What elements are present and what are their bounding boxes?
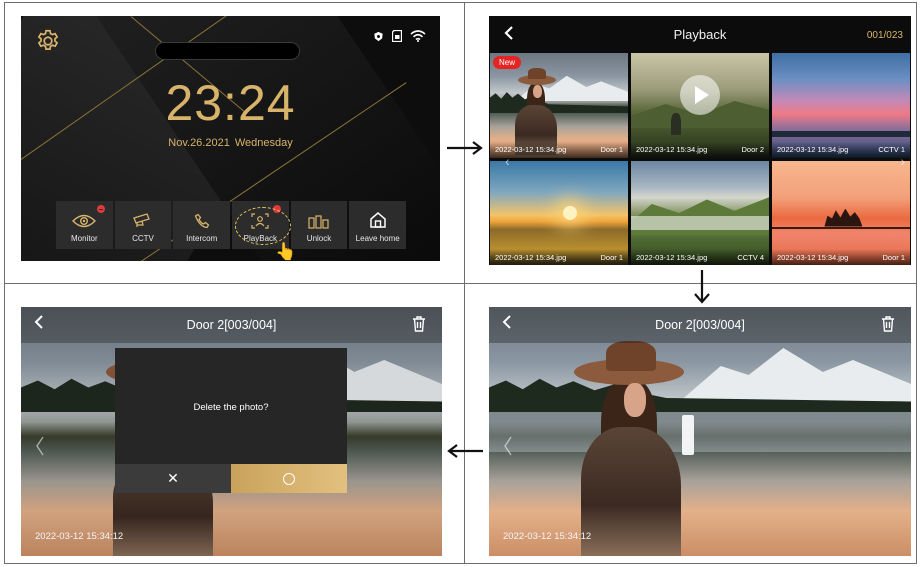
leave-home-icon <box>369 212 386 228</box>
dock-item-intercom[interactable]: Intercom <box>173 201 231 249</box>
app-dock: Monitor CCTV Intercom PlayBack Unlock Le… <box>56 201 407 249</box>
grid-next-chevron-icon[interactable]: › <box>900 153 905 169</box>
back-chevron-icon[interactable] <box>33 314 45 330</box>
thumbnail-1[interactable]: New 2022-03-12 15:34.jpg Door 1 <box>490 53 628 158</box>
viewer-header: Door 2[003/004] <box>489 307 911 343</box>
home-screen: 23:24 Nov.26.2021 Wednesday Monitor CCTV … <box>21 16 440 261</box>
prev-chevron-icon[interactable] <box>503 435 513 457</box>
thumbnail-4[interactable]: 2022-03-12 15:34.jpg Door 1 <box>490 160 628 265</box>
clock-time: 23:24 <box>165 75 296 131</box>
delete-dialog: Delete the photo? ✕ <box>115 348 347 493</box>
dock-item-cctv[interactable]: CCTV <box>114 201 172 249</box>
arrow-down-icon <box>694 270 710 304</box>
cancel-button[interactable]: ✕ <box>115 464 231 493</box>
trash-icon[interactable] <box>881 316 895 332</box>
playback-title: Playback <box>673 26 727 42</box>
viewer-title: Door 2[003/004] <box>186 318 277 332</box>
badge-minus <box>96 205 105 213</box>
confirm-button[interactable] <box>231 464 347 493</box>
playback-counter: 001/023 <box>866 30 903 41</box>
playback-screen: Playback 001/023 New 2022-03-12 15:34.jp… <box>489 16 911 265</box>
status-icons <box>373 30 426 42</box>
wifi-icon <box>410 30 426 42</box>
gear-icon[interactable] <box>35 28 61 54</box>
new-badge: New <box>493 56 522 69</box>
back-chevron-icon[interactable] <box>503 25 515 41</box>
grid-prev-chevron-icon[interactable]: ‹ <box>505 153 510 169</box>
playback-header: Playback 001/023 <box>489 16 911 52</box>
arrow-left-icon <box>447 444 483 458</box>
prev-chevron-icon[interactable] <box>35 435 45 457</box>
unlock-icon <box>308 215 329 229</box>
thumbnail-grid: New 2022-03-12 15:34.jpg Door 1 2022-03-1… <box>490 53 910 265</box>
trash-icon[interactable] <box>412 316 426 332</box>
dock-item-leave-home[interactable]: Leave home <box>349 201 407 249</box>
photo-timestamp: 2022-03-12 15:34:12 <box>503 531 592 542</box>
shield-icon <box>374 31 383 41</box>
photo-viewer-screen: Door 2[003/004] 2022-03-12 15:34:12 <box>489 307 911 556</box>
arrow-right-icon <box>447 141 483 155</box>
delete-confirm-screen: Door 2[003/004] Delete the photo? ✕ 2022… <box>21 307 442 556</box>
viewer-title: Door 2[003/004] <box>655 318 745 332</box>
circle-icon <box>283 472 295 485</box>
dock-item-monitor[interactable]: Monitor <box>56 201 113 249</box>
thumbnail-5[interactable]: 2022-03-12 15:34.jpg CCTV 4 <box>631 160 769 265</box>
status-bar-pill <box>155 42 300 60</box>
dock-item-unlock[interactable]: Unlock <box>290 201 348 249</box>
dialog-message: Delete the photo? <box>193 401 269 413</box>
phone-icon <box>194 213 210 229</box>
thumbnail-3[interactable]: 2022-03-12 15:34.jpg CCTV 1 <box>772 53 910 158</box>
play-icon[interactable] <box>680 74 720 115</box>
back-chevron-icon[interactable] <box>501 314 513 330</box>
horizontal-divider <box>4 283 917 284</box>
thumbnail-2[interactable]: 2022-03-12 15:34.jpg Door 2 <box>631 53 769 158</box>
highlight-ring <box>235 207 291 245</box>
viewer-header: Door 2[003/004] <box>21 307 442 343</box>
sd-card-icon <box>392 30 402 42</box>
tap-hand-icon: 👆 <box>275 242 297 261</box>
eye-icon <box>72 214 97 228</box>
dialog-buttons: ✕ <box>115 464 347 493</box>
thumbnail-6[interactable]: 2022-03-12 15:34.jpg Door 1 <box>772 160 910 265</box>
photo-timestamp: 2022-03-12 15:34:12 <box>35 531 124 542</box>
clock-date: Nov.26.2021 Wednesday <box>168 137 293 149</box>
cctv-camera-icon <box>133 213 150 227</box>
